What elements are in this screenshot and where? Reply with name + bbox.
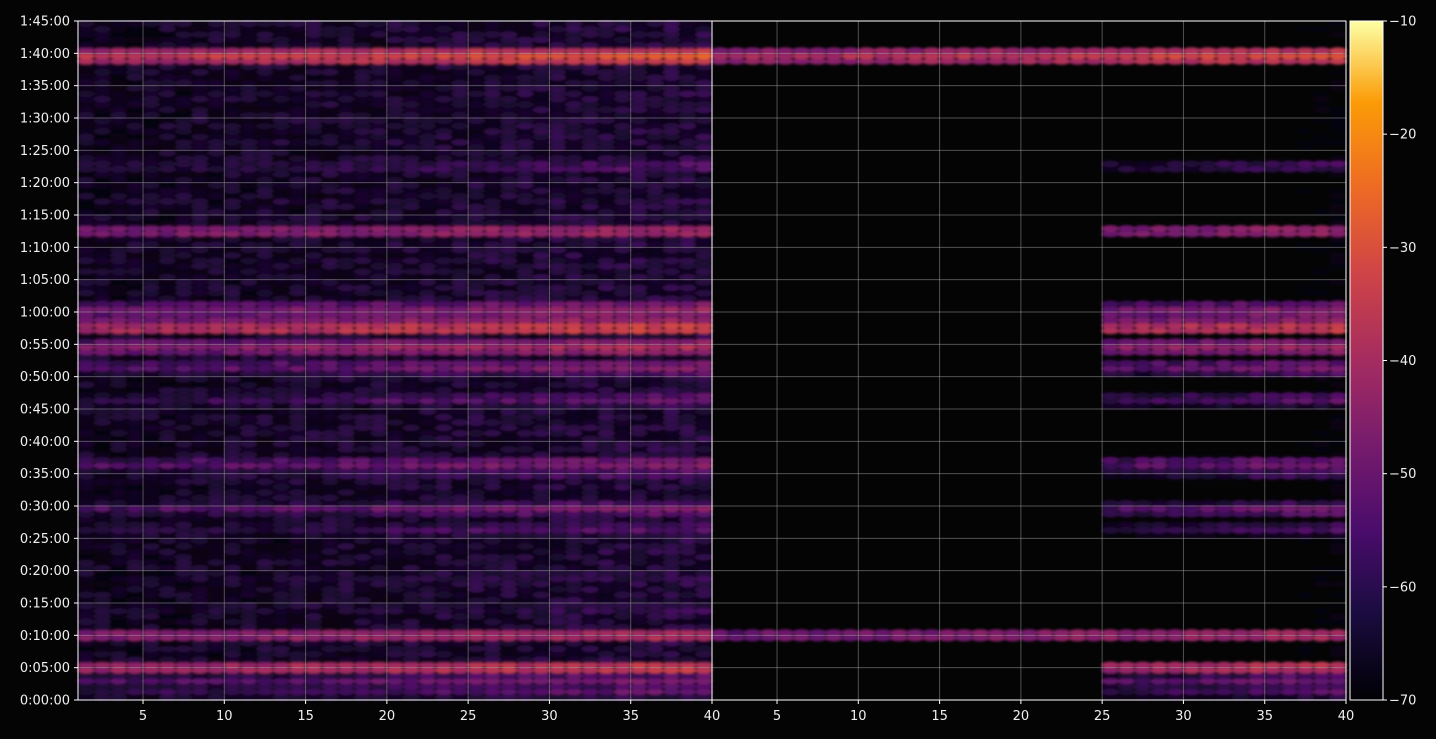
spectrogram-chart: 0:00:000:05:000:10:000:15:000:20:000:25:… bbox=[20, 15, 1417, 725]
